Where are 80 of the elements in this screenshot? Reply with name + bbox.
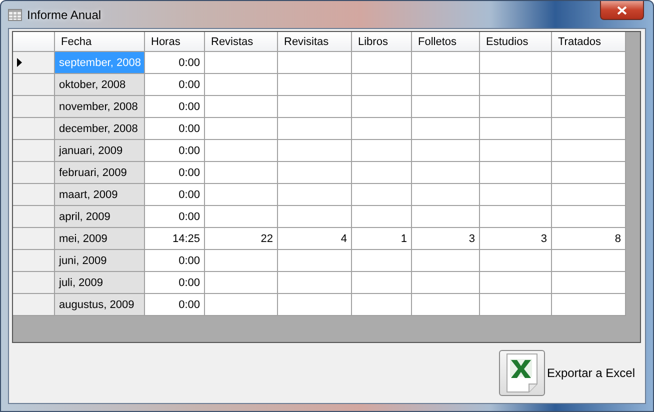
table-cell [480, 96, 552, 118]
table-cell: 0:00 [145, 118, 205, 140]
table-cell [352, 52, 412, 74]
table-cell: januari, 2009 [55, 140, 145, 162]
table-cell: 0:00 [145, 294, 205, 316]
table-cell [352, 272, 412, 294]
table-cell: 1 [352, 228, 412, 250]
table-cell: 0:00 [145, 250, 205, 272]
table-cell: 0:00 [145, 96, 205, 118]
table-cell [412, 140, 480, 162]
table-cell: juni, 2009 [55, 250, 145, 272]
table-cell [412, 250, 480, 272]
column-header[interactable]: Folletos [412, 32, 480, 52]
table-cell: april, 2009 [55, 206, 145, 228]
table-cell: maart, 2009 [55, 184, 145, 206]
table-cell [480, 250, 552, 272]
table-cell [352, 96, 412, 118]
table-cell [352, 294, 412, 316]
table-cell [412, 96, 480, 118]
export-label: Exportar a Excel [546, 366, 635, 380]
table-cell [480, 184, 552, 206]
table-cell [480, 118, 552, 140]
table-cell [412, 272, 480, 294]
table-cell [480, 140, 552, 162]
table-cell [480, 272, 552, 294]
table-cell: 14:25 [145, 228, 205, 250]
table-cell: mei, 2009 [55, 228, 145, 250]
table-cell: 4 [278, 228, 352, 250]
current-row-icon [17, 58, 22, 67]
table-cell: november, 2008 [55, 96, 145, 118]
table-cell: september, 2008 [55, 52, 145, 74]
table-cell: februari, 2009 [55, 162, 145, 184]
table-cell: 3 [480, 228, 552, 250]
column-header[interactable]: Revistas [205, 32, 278, 52]
export-button[interactable] [498, 350, 545, 396]
table-cell: 0:00 [145, 206, 205, 228]
table-cell: 0:00 [145, 272, 205, 294]
table-cell: oktober, 2008 [55, 74, 145, 96]
table-cell: 0:00 [145, 162, 205, 184]
close-button[interactable] [600, 1, 644, 20]
table-cell: 0:00 [145, 52, 205, 74]
table-cell: 0:00 [145, 74, 205, 96]
table-cell [480, 294, 552, 316]
table-cell: augustus, 2009 [55, 294, 145, 316]
table-cell [352, 74, 412, 96]
table-cell [352, 184, 412, 206]
column-header[interactable]: Libros [352, 32, 412, 52]
column-header[interactable]: Fecha [55, 32, 145, 52]
table-cell [412, 206, 480, 228]
window-title: Informe Anual [27, 8, 102, 22]
table-cell: 0:00 [145, 184, 205, 206]
table-cell [412, 118, 480, 140]
row-header[interactable] [13, 52, 55, 74]
table-cell [412, 52, 480, 74]
table-cell: 22 [205, 228, 278, 250]
table-cell: 8 [552, 228, 626, 250]
table-cell [352, 118, 412, 140]
table-cell [352, 250, 412, 272]
table-cell: juli, 2009 [55, 272, 145, 294]
table-cell [480, 74, 552, 96]
window-icon [8, 8, 22, 20]
table-cell: 0:00 [145, 140, 205, 162]
table-cell: december, 2008 [55, 118, 145, 140]
table-cell [352, 206, 412, 228]
table-cell [352, 162, 412, 184]
column-header[interactable]: Estudios [480, 32, 552, 52]
table-cell [480, 52, 552, 74]
column-header[interactable]: Horas [145, 32, 205, 52]
table-cell: 3 [412, 228, 480, 250]
table-cell [480, 162, 552, 184]
close-icon [617, 6, 627, 14]
table-cell [480, 206, 552, 228]
column-header[interactable]: Revisitas [278, 32, 352, 52]
table-cell [412, 294, 480, 316]
table-cell [352, 140, 412, 162]
spreadsheet-file-icon [504, 353, 539, 393]
table-cell [412, 74, 480, 96]
table-cell [412, 184, 480, 206]
table-cell [412, 162, 480, 184]
column-header[interactable]: Tratados [552, 32, 626, 52]
